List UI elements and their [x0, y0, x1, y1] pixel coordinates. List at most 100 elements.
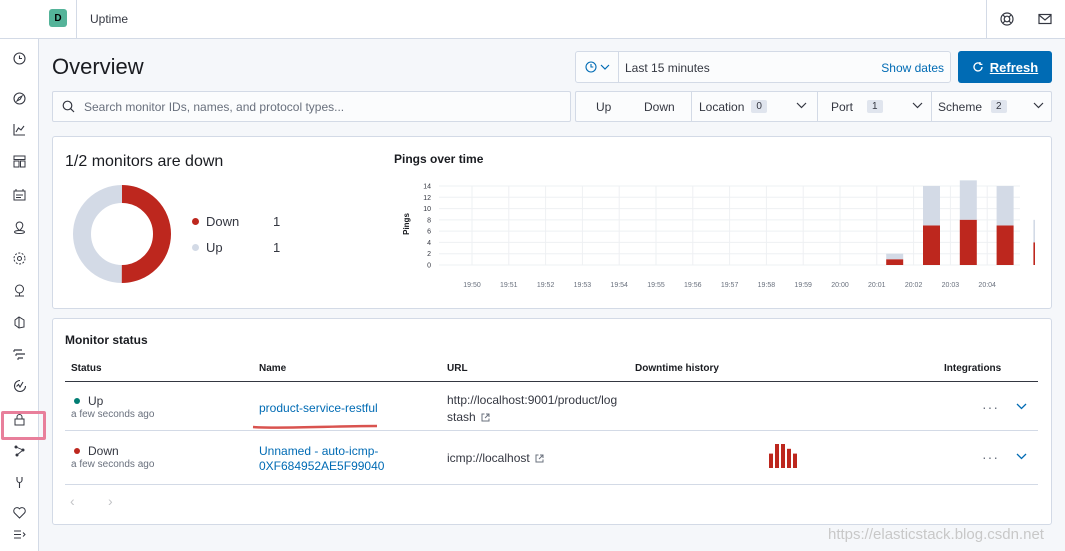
- filter-down-button[interactable]: Down: [644, 92, 675, 121]
- chevron-down-icon[interactable]: [796, 101, 807, 109]
- apm-icon[interactable]: [12, 347, 27, 362]
- status-dot-icon: [74, 448, 80, 454]
- down-dot-icon: [192, 218, 199, 225]
- logs-icon[interactable]: [12, 315, 27, 330]
- expand-row-chevron-icon[interactable]: [1016, 403, 1027, 410]
- up-dot-icon: [192, 244, 199, 251]
- monitor-status-title: Monitor status: [65, 333, 148, 347]
- dashboard-icon[interactable]: [12, 154, 27, 169]
- pagination-prev-icon[interactable]: ‹: [70, 493, 75, 509]
- x-tick-label: 19:59: [794, 282, 812, 289]
- y-tick-label: 12: [423, 195, 431, 202]
- status-text: Up: [88, 394, 104, 408]
- x-tick-label: 19:50: [463, 282, 481, 289]
- monitor-url-link[interactable]: http://localhost:9001/product/log stash: [447, 393, 617, 424]
- bar-down: [996, 225, 1014, 265]
- quick-select-button[interactable]: [576, 52, 619, 82]
- chevron-down-icon[interactable]: [912, 101, 923, 109]
- bar-down: [1033, 242, 1035, 265]
- metrics-icon[interactable]: [12, 283, 27, 298]
- search-input[interactable]: Search monitor IDs, names, and protocol …: [52, 91, 571, 122]
- bar-down: [923, 225, 940, 265]
- history-bar: [787, 448, 791, 468]
- bar-up: [886, 253, 904, 260]
- location-label: Location: [699, 99, 745, 114]
- history-bar: [793, 453, 797, 468]
- integrations-menu-icon[interactable]: ···: [982, 449, 999, 465]
- show-dates-link[interactable]: Show dates: [881, 61, 944, 75]
- expand-row-chevron-icon[interactable]: [1016, 453, 1027, 460]
- legend-up: Up 1: [192, 240, 280, 255]
- filter-up-button[interactable]: Up: [596, 92, 611, 121]
- filter-separator: [817, 92, 818, 121]
- x-tick-label: 19:51: [500, 282, 518, 289]
- legend-down: Down 1: [192, 214, 280, 229]
- ml-icon[interactable]: [12, 251, 27, 266]
- external-link-icon: [481, 413, 490, 421]
- filter-scheme-button[interactable]: Scheme 2: [938, 92, 1007, 121]
- space-avatar[interactable]: D: [49, 9, 67, 27]
- visualize-icon[interactable]: [12, 122, 27, 137]
- column-header-name[interactable]: Name: [259, 363, 286, 374]
- bar-up: [1033, 219, 1035, 243]
- table-header-divider: [65, 381, 1038, 382]
- bar-up: [996, 186, 1014, 226]
- mail-icon[interactable]: [1037, 11, 1053, 27]
- watermark: https://elasticstack.blog.csdn.net: [828, 526, 1044, 543]
- filter-separator: [691, 92, 692, 121]
- date-picker: Last 15 minutes Show dates: [575, 51, 951, 83]
- bar-down: [959, 219, 977, 265]
- siem-icon[interactable]: [12, 412, 27, 427]
- status-time: a few seconds ago: [71, 459, 155, 470]
- filter-port-button[interactable]: Port 1: [831, 92, 883, 121]
- x-tick-label: 19:52: [537, 282, 555, 289]
- integrations-menu-icon[interactable]: ···: [982, 399, 999, 415]
- monitor-name-line1: Unnamed - auto-icmp-: [259, 444, 379, 458]
- filter-location-button[interactable]: Location 0: [699, 92, 767, 121]
- y-tick-label: 0: [427, 263, 431, 270]
- y-axis-label: Pings: [402, 213, 411, 235]
- monitor-name-link[interactable]: Unnamed - auto-icmp- 0XF684952AE5F99040: [259, 444, 384, 474]
- x-tick-label: 19:55: [647, 282, 665, 289]
- refresh-button[interactable]: Refresh: [958, 51, 1052, 83]
- snapshot-title: 1/2 monitors are down: [65, 153, 224, 170]
- downtime-history-sparkline: [769, 444, 797, 468]
- column-header-status[interactable]: Status: [71, 363, 102, 374]
- help-lifebuoy-icon[interactable]: [999, 11, 1015, 27]
- monitor-url-link[interactable]: icmp://localhost: [447, 451, 544, 465]
- column-header-url[interactable]: URL: [447, 363, 468, 374]
- status-donut-chart: [73, 185, 171, 283]
- compass-icon[interactable]: [12, 91, 27, 106]
- uptime-icon[interactable]: [12, 378, 27, 393]
- y-tick-label: 2: [427, 251, 431, 258]
- canvas-icon[interactable]: [12, 187, 27, 202]
- clock-icon[interactable]: [12, 51, 27, 66]
- url-text: icmp://localhost: [447, 451, 530, 465]
- graph-icon[interactable]: [12, 443, 27, 458]
- x-tick-label: 20:02: [905, 282, 923, 289]
- location-count-badge: 0: [751, 100, 767, 113]
- header-divider-right: [986, 0, 987, 38]
- scheme-count-badge: 2: [991, 100, 1007, 113]
- bar-down: [886, 259, 904, 265]
- legend-up-count: 1: [273, 240, 281, 255]
- status-dot-icon: [74, 398, 80, 404]
- date-range-text: Last 15 minutes: [625, 61, 710, 75]
- y-tick-label: 14: [423, 184, 431, 191]
- chevron-down-icon: [600, 64, 609, 70]
- monitoring-icon[interactable]: [12, 505, 27, 520]
- x-tick-label: 19:53: [574, 282, 592, 289]
- collapse-icon[interactable]: [12, 527, 27, 542]
- chevron-down-icon[interactable]: [1033, 101, 1044, 109]
- history-bar: [781, 444, 785, 468]
- status-up: Up: [74, 394, 103, 408]
- maps-icon[interactable]: [12, 220, 27, 235]
- app-title: Uptime: [90, 12, 129, 26]
- monitor-name-link[interactable]: product-service-restful: [259, 401, 378, 415]
- status-text: Down: [88, 444, 119, 458]
- pagination-next-icon[interactable]: ›: [108, 493, 113, 509]
- devtools-icon[interactable]: [12, 475, 27, 490]
- search-placeholder: Search monitor IDs, names, and protocol …: [84, 100, 345, 114]
- legend-down-label: Down: [206, 214, 240, 229]
- legend-down-count: 1: [273, 214, 281, 229]
